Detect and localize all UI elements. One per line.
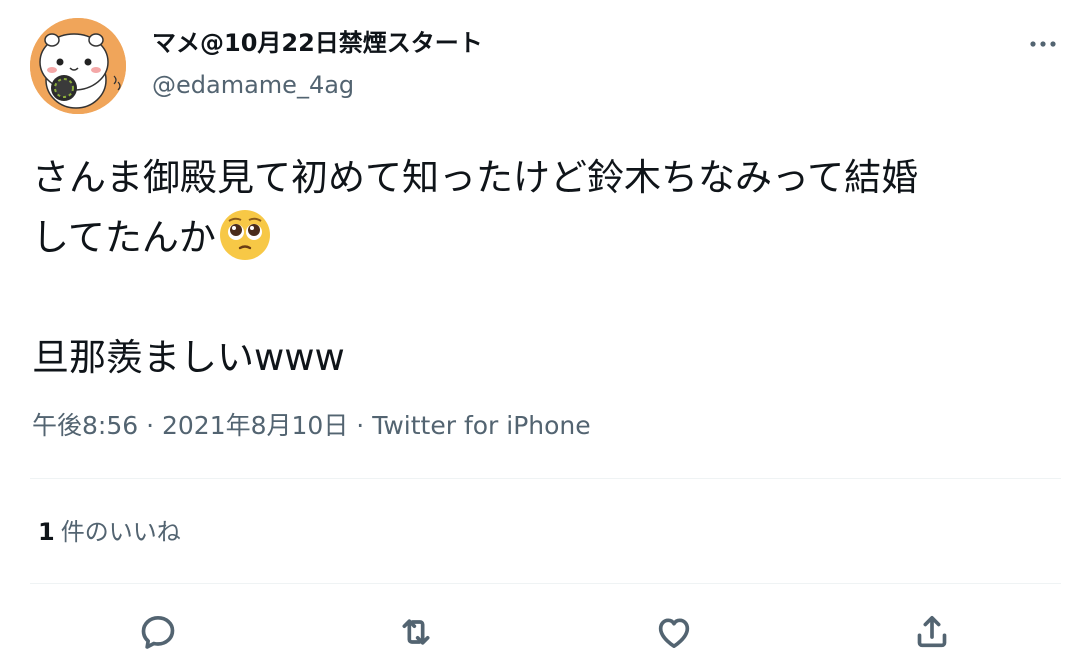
pleading-face-emoji <box>218 208 272 262</box>
tweet-line-2: してたんか <box>32 216 216 259</box>
reply-icon <box>141 616 175 649</box>
user-handle[interactable]: @edamame_4ag <box>152 68 354 102</box>
share-button[interactable] <box>906 606 958 658</box>
tweet-paragraph-2: 旦那羨ましいwww <box>32 328 1062 388</box>
share-icon <box>917 616 947 648</box>
likes-link[interactable]: 1 件のいいね <box>38 512 181 552</box>
more-options-button[interactable] <box>1018 26 1068 62</box>
reply-button[interactable] <box>132 606 184 658</box>
retweet-icon <box>402 619 430 645</box>
likes-label: 件のいいね <box>60 518 181 546</box>
more-icon <box>1030 41 1056 47</box>
tweet-text: さんま御殿見て初めて知ったけど鈴木ちなみって結婚 してたんか 旦那羨ましいwww <box>32 148 1062 388</box>
tweet-line-1: さんま御殿見て初めて知ったけど鈴木ちなみって結婚 <box>32 156 919 199</box>
meta-separator: · <box>356 411 365 440</box>
divider <box>30 478 1061 479</box>
display-name[interactable]: マメ@10月22日禁煙スタート <box>152 26 483 60</box>
divider <box>30 583 1061 584</box>
tweet-time[interactable]: 午後8:56 <box>32 411 138 440</box>
tweet-source[interactable]: Twitter for iPhone <box>372 411 590 440</box>
tweet-date[interactable]: 2021年8月10日 <box>162 411 348 440</box>
like-button[interactable] <box>648 606 700 658</box>
like-icon <box>658 618 690 648</box>
avatar[interactable] <box>30 18 126 114</box>
tweet-paragraph-1: さんま御殿見て初めて知ったけど鈴木ちなみって結婚 してたんか <box>32 148 1062 268</box>
meta-separator: · <box>146 411 155 440</box>
tweet-paragraph-2-text: 旦那羨ましいwww <box>32 336 345 379</box>
tweet-line-2-wrapper: してたんか <box>32 208 1062 268</box>
likes-count: 1 <box>38 518 55 546</box>
tweet-meta: 午後8:56 · 2021年8月10日 · Twitter for iPhone <box>32 406 591 446</box>
retweet-button[interactable] <box>390 606 442 658</box>
hamster-avatar-icon <box>30 18 126 114</box>
